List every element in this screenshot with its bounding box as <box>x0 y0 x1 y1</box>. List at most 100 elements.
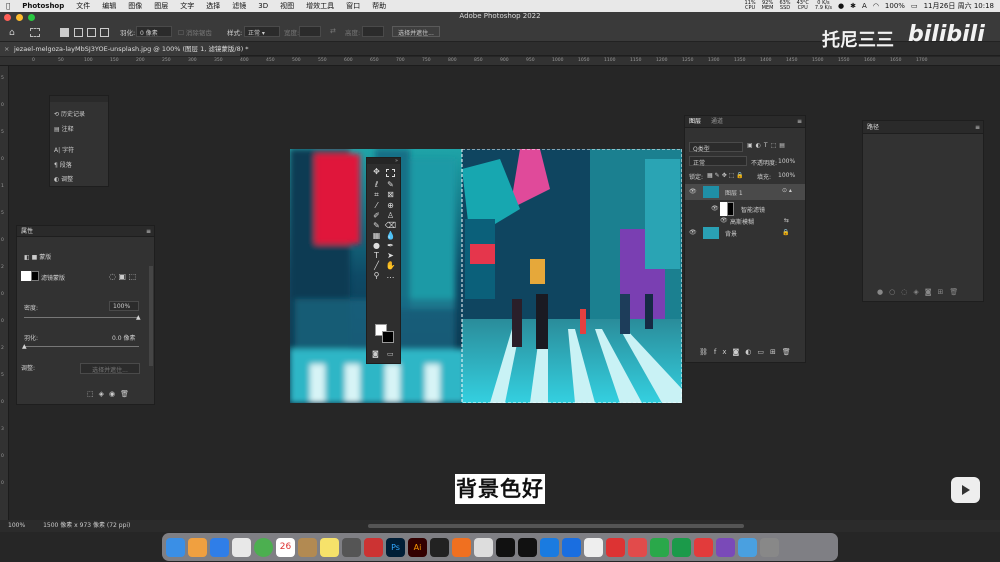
paths-footer-icons[interactable]: ●○◌◈◙⊞🗑 <box>877 288 964 296</box>
layers-footer-icons[interactable]: ⛓fx◙◐▭⊞🗑 <box>699 348 797 356</box>
menu-view[interactable]: 视图 <box>274 1 300 11</box>
menu-type[interactable]: 文字 <box>174 1 200 11</box>
lasso-tool-icon[interactable]: ℓ <box>370 180 383 189</box>
opacity-input[interactable]: 100% <box>778 158 795 165</box>
paragraph-item[interactable]: ¶ 段落 <box>54 160 72 169</box>
minimize-window-button[interactable] <box>16 14 23 21</box>
line-tool-icon[interactable]: ╱ <box>370 261 383 270</box>
illustrator-icon[interactable]: Ai <box>408 537 427 557</box>
wechat-icon[interactable] <box>650 537 669 557</box>
menu-plugins[interactable]: 增效工具 <box>300 1 340 11</box>
swap-icon[interactable]: ⇄ <box>330 27 336 35</box>
contacts-icon[interactable] <box>298 537 317 557</box>
downloader-icon[interactable] <box>716 537 735 557</box>
marquee-tool-icon[interactable] <box>30 28 40 37</box>
feather-slider-thumb[interactable]: ▲ <box>22 343 27 350</box>
messages-icon[interactable] <box>672 537 691 557</box>
quick-mask-icon[interactable]: ◙ <box>372 350 379 358</box>
wechat-icon[interactable]: ● <box>838 2 844 10</box>
horizontal-scrollbar[interactable] <box>368 524 744 528</box>
hand-tool-icon[interactable]: ✋ <box>384 261 397 270</box>
history-brush-tool-icon[interactable]: ✎ <box>370 221 383 230</box>
pen-tool-icon[interactable]: ✒ <box>384 241 397 250</box>
feather-input[interactable]: 0 像素 <box>136 26 172 37</box>
select-and-mask-button[interactable]: 选择并遮住... <box>392 26 440 37</box>
calendar-icon[interactable]: 26 <box>276 537 295 557</box>
clock[interactable]: 11月26日 周六 10:18 <box>924 1 994 11</box>
visibility-eye-icon[interactable]: 👁 <box>689 188 697 195</box>
layer-filter-select[interactable]: Q类型 <box>689 142 743 153</box>
trash-icon[interactable] <box>760 537 779 557</box>
menu-window[interactable]: 窗口 <box>340 1 366 11</box>
new-selection-icon[interactable] <box>60 28 69 37</box>
tab-paths[interactable]: 路径 <box>867 124 879 131</box>
feather-slider-track[interactable] <box>24 346 139 347</box>
bluetooth-icon[interactable]: ✱ <box>850 2 856 10</box>
launchpad-icon[interactable] <box>188 537 207 557</box>
filter-options-icon[interactable]: ⇆ <box>784 217 789 224</box>
paths-panel-menu-icon[interactable]: ≡ <box>975 121 980 134</box>
height-input[interactable] <box>362 26 384 37</box>
menu-layer[interactable]: 图层 <box>148 1 174 11</box>
more-tools-icon[interactable]: … <box>384 271 397 280</box>
safari-icon[interactable] <box>210 537 229 557</box>
path-select-tool-icon[interactable]: ➤ <box>384 251 397 260</box>
chrome-icon[interactable] <box>254 537 273 557</box>
quick-select-tool-icon[interactable]: ✎ <box>384 180 397 189</box>
final-cut-icon[interactable] <box>430 537 449 557</box>
add-selection-icon[interactable] <box>74 28 83 37</box>
layer-name[interactable]: 图层 1 <box>725 188 743 197</box>
document-dimensions[interactable]: 1500 像素 x 973 像素 (72 ppi) <box>43 522 130 529</box>
feishu-icon[interactable] <box>562 537 581 557</box>
properties-scrollbar[interactable] <box>149 266 153 366</box>
notes-icon[interactable] <box>320 537 339 557</box>
vertical-ruler[interactable]: 5 0 5 0 1 5 0 2 0 0 2 5 0 3 0 0 <box>0 66 9 520</box>
zoom-tool-icon[interactable]: ⚲ <box>370 271 383 280</box>
dodge-tool-icon[interactable]: ● <box>370 241 383 250</box>
move-tool-icon[interactable]: ✥ <box>370 167 383 179</box>
pixel-mask-icon[interactable]: ◧ <box>24 254 30 261</box>
pen-app-icon[interactable] <box>364 537 383 557</box>
density-slider-track[interactable] <box>24 317 139 318</box>
stamp-tool-icon[interactable]: ♙ <box>384 211 397 220</box>
gradient-tool-icon[interactable]: ▦ <box>370 231 383 240</box>
properties-footer-icons[interactable]: ⬚◈◉🗑 <box>87 390 134 398</box>
visibility-eye-icon[interactable]: 👁 <box>689 229 697 236</box>
document-tab[interactable]: × jezael-melgoza-layMbSJ3YOE-unsplash.jp… <box>0 42 249 56</box>
fill-input[interactable]: 100% <box>778 172 795 179</box>
weibo-icon[interactable] <box>694 537 713 557</box>
zoom-window-button[interactable] <box>28 14 35 21</box>
adjustments-item[interactable]: ◐ 调整 <box>54 174 73 183</box>
blender-icon[interactable] <box>452 537 471 557</box>
tab-layers[interactable]: 图层 <box>689 116 701 127</box>
screenshot-icon[interactable] <box>232 537 251 557</box>
density-slider-thumb[interactable]: ▲ <box>136 314 141 321</box>
tab-channels[interactable]: 通道 <box>711 116 723 127</box>
density-input[interactable]: 100% <box>109 301 139 311</box>
davinci-icon[interactable] <box>474 537 493 557</box>
panel-menu-icon[interactable]: ≡ <box>146 226 151 237</box>
layers-panel-menu-icon[interactable]: ≡ <box>797 116 802 127</box>
screen-mode-icon[interactable]: ▭ <box>387 350 394 358</box>
antialias-checkbox[interactable]: ☐ 消除锯齿 <box>178 27 212 37</box>
notes-item[interactable]: ▤ 注释 <box>54 124 74 133</box>
lock-icons[interactable]: ▦✎✥⬚🔒 <box>707 172 746 179</box>
apple-icon[interactable]:  <box>0 2 16 10</box>
background-color-swatch[interactable] <box>382 331 394 343</box>
downloads-folder-icon[interactable] <box>738 537 757 557</box>
crop-tool-icon[interactable]: ⌗ <box>370 190 383 200</box>
eyedropper-tool-icon[interactable]: ⁄ <box>370 201 383 210</box>
brush-tool-icon[interactable]: ✐ <box>370 211 383 220</box>
visibility-eye-icon[interactable]: 👁 <box>711 205 719 212</box>
netease-music-icon[interactable] <box>628 537 647 557</box>
frame-tool-icon[interactable]: ⊠ <box>384 190 397 200</box>
close-tab-icon[interactable]: × <box>4 42 9 56</box>
menu-edit[interactable]: 编辑 <box>96 1 122 11</box>
history-item[interactable]: ⟲ 历史记录 <box>54 109 85 118</box>
close-window-button[interactable] <box>4 14 11 21</box>
mask-selection-icons[interactable]: ◌ ▣ ⬚ <box>109 272 136 281</box>
marquee-tool-icon[interactable] <box>386 169 395 177</box>
menu-file[interactable]: 文件 <box>70 1 96 11</box>
document-canvas[interactable] <box>290 149 682 403</box>
width-input[interactable] <box>299 26 321 37</box>
